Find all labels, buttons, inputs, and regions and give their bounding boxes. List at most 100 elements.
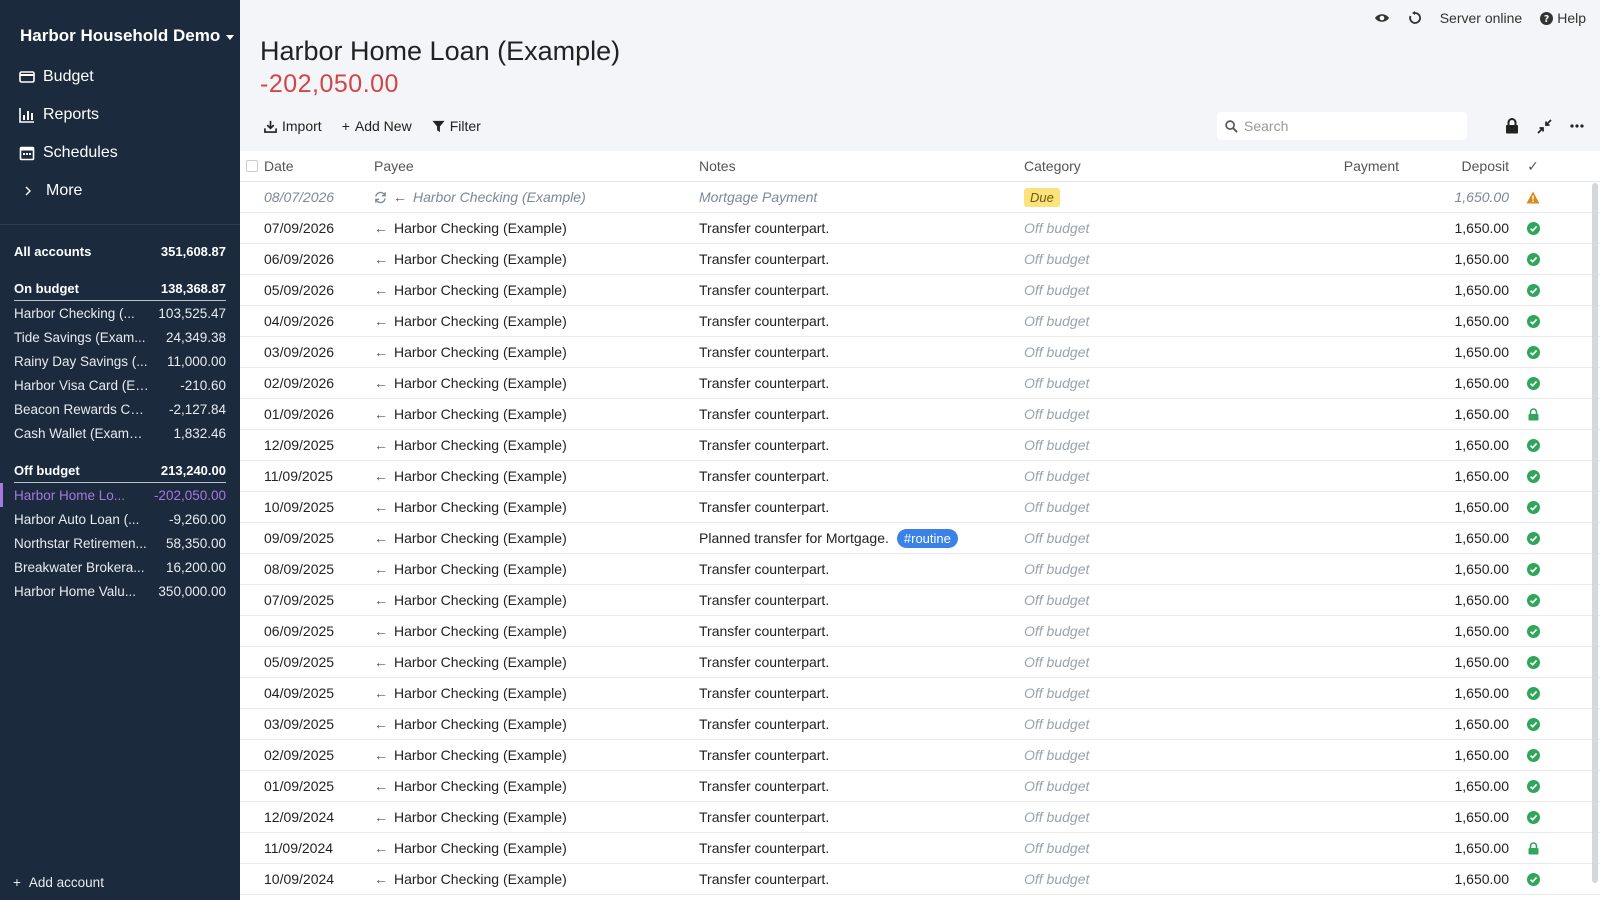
table-row[interactable]: 12/09/2025 ← Harbor Checking (Example) Tran… (240, 430, 1600, 461)
scheduled-row[interactable]: 08/07/2026 ← Harbor Checking (Example) M… (240, 182, 1600, 213)
sidebar-account[interactable]: Harbor Home Valu... 350,000.00 (14, 579, 226, 603)
cell-category[interactable]: Off budget (1024, 499, 1279, 515)
cell-status[interactable] (1519, 469, 1547, 483)
cell-date[interactable]: 05/09/2026 (264, 282, 374, 298)
cell-category[interactable]: Off budget (1024, 747, 1279, 763)
cell-payee[interactable]: ← Harbor Checking (Example) (374, 716, 699, 732)
sidebar-account[interactable]: Cash Wallet (Example) 1,832.46 (14, 421, 226, 445)
cell-payee[interactable]: ← Harbor Checking (Example) (374, 406, 699, 422)
server-status[interactable]: Server online (1440, 10, 1523, 26)
table-row[interactable]: 12/09/2024 ← Harbor Checking (Example) Tran… (240, 802, 1600, 833)
cell-payee[interactable]: ← Harbor Checking (Example) (374, 747, 699, 763)
cell-payee[interactable]: ← Harbor Checking (Example) (374, 468, 699, 484)
cell-status[interactable] (1519, 562, 1547, 576)
cell-date[interactable]: 06/09/2025 (264, 623, 374, 639)
cell-deposit[interactable]: 1,650.00 (1409, 871, 1519, 887)
cell-date[interactable]: 10/09/2024 (264, 871, 374, 887)
cell-category[interactable]: Off budget (1024, 654, 1279, 670)
scrollbar[interactable] (1592, 183, 1598, 883)
cell-notes[interactable]: Transfer counterpart. (699, 871, 1024, 887)
cell-payee[interactable]: ← Harbor Checking (Example) (374, 313, 699, 329)
table-row[interactable]: 11/09/2025 ← Harbor Checking (Example) Tran… (240, 461, 1600, 492)
cell-payee[interactable]: ← Harbor Checking (Example) (374, 592, 699, 608)
cell-status[interactable] (1519, 531, 1547, 545)
sidebar-account[interactable]: Harbor Visa Card (Ex... -210.60 (14, 373, 226, 397)
cell-category[interactable]: Off budget (1024, 685, 1279, 701)
header-category[interactable]: Category (1024, 158, 1279, 174)
nav-schedules[interactable]: Schedules (0, 134, 240, 172)
cell-payee[interactable]: ← Harbor Checking (Example) (374, 375, 699, 391)
header-payment[interactable]: Payment (1279, 158, 1409, 174)
cell-deposit[interactable]: 1,650.00 (1409, 406, 1519, 422)
search-input[interactable] (1244, 118, 1444, 134)
cell-payee[interactable]: ← Harbor Checking (Example) (374, 871, 699, 887)
header-deposit[interactable]: Deposit (1409, 158, 1519, 174)
cell-notes[interactable]: Transfer counterpart. (699, 499, 1024, 515)
cell-deposit[interactable]: 1,650.00 (1409, 530, 1519, 546)
cell-deposit[interactable]: 1,650.00 (1409, 437, 1519, 453)
cell-status[interactable] (1519, 655, 1547, 669)
more-options-icon[interactable] (1570, 124, 1584, 128)
cell-notes[interactable]: Transfer counterpart. (699, 251, 1024, 267)
table-row[interactable]: 02/09/2025 ← Harbor Checking (Example) Tran… (240, 740, 1600, 771)
cell-notes[interactable]: Transfer counterpart. (699, 437, 1024, 453)
cell-notes[interactable]: Transfer counterpart. (699, 344, 1024, 360)
sidebar-account[interactable]: Northstar Retiremen... 58,350.00 (14, 531, 226, 555)
cell-notes[interactable]: Transfer counterpart. (699, 840, 1024, 856)
cell-status[interactable] (1519, 810, 1547, 824)
cell-category[interactable]: Off budget (1024, 220, 1279, 236)
table-row[interactable]: 10/09/2025 ← Harbor Checking (Example) Tran… (240, 492, 1600, 523)
table-row[interactable]: 06/09/2026 ← Harbor Checking (Example) Tran… (240, 244, 1600, 275)
table-row[interactable]: 03/09/2025 ← Harbor Checking (Example) Tran… (240, 709, 1600, 740)
table-row[interactable]: 05/09/2025 ← Harbor Checking (Example) Tran… (240, 647, 1600, 678)
cell-date[interactable]: 08/07/2026 (264, 189, 374, 205)
table-row[interactable]: 06/09/2025 ← Harbor Checking (Example) Tran… (240, 616, 1600, 647)
cell-date[interactable]: 07/09/2026 (264, 220, 374, 236)
cell-deposit[interactable]: 1,650.00 (1409, 592, 1519, 608)
cell-notes[interactable]: Transfer counterpart. (699, 561, 1024, 577)
eye-icon[interactable] (1374, 12, 1390, 24)
cell-notes[interactable]: Transfer counterpart. (699, 809, 1024, 825)
cell-category[interactable]: Off budget (1024, 313, 1279, 329)
sidebar-account[interactable]: Harbor Auto Loan (... -9,260.00 (14, 507, 226, 531)
cell-category[interactable]: Off budget (1024, 375, 1279, 391)
table-row[interactable]: 03/09/2026 ← Harbor Checking (Example) Tran… (240, 337, 1600, 368)
header-notes[interactable]: Notes (699, 158, 1024, 174)
nav-budget[interactable]: Budget (0, 58, 240, 96)
cell-date[interactable]: 12/09/2025 (264, 437, 374, 453)
cell-category[interactable]: Off budget (1024, 282, 1279, 298)
cell-deposit[interactable]: 1,650.00 (1409, 685, 1519, 701)
cell-payee[interactable]: ← Harbor Checking (Example) (374, 282, 699, 298)
cell-category[interactable]: Off budget (1024, 344, 1279, 360)
cell-deposit[interactable]: 1,650.00 (1409, 344, 1519, 360)
table-row[interactable]: 08/09/2025 ← Harbor Checking (Example) Tran… (240, 554, 1600, 585)
cell-status[interactable] (1519, 872, 1547, 886)
header-date[interactable]: Date (264, 158, 374, 174)
cell-category[interactable]: Off budget (1024, 716, 1279, 732)
table-row[interactable]: 01/09/2025 ← Harbor Checking (Example) Tran… (240, 771, 1600, 802)
cell-status[interactable] (1519, 407, 1547, 421)
cell-status[interactable] (1519, 252, 1547, 266)
cell-deposit[interactable]: 1,650.00 (1409, 468, 1519, 484)
filter-button[interactable]: Filter (432, 118, 481, 134)
cell-payee[interactable]: ← Harbor Checking (Example) (374, 251, 699, 267)
nav-reports[interactable]: Reports (0, 96, 240, 134)
cell-notes[interactable]: Transfer counterpart. (699, 282, 1024, 298)
cell-category[interactable]: Off budget (1024, 592, 1279, 608)
cell-status[interactable] (1519, 624, 1547, 638)
cell-deposit[interactable]: 1,650.00 (1409, 313, 1519, 329)
sidebar-account[interactable]: Harbor Checking (... 103,525.47 (14, 301, 226, 325)
cell-payee[interactable]: ← Harbor Checking (Example) (374, 840, 699, 856)
add-new-button[interactable]: + Add New (342, 118, 412, 134)
cell-deposit[interactable]: 1,650.00 (1409, 809, 1519, 825)
cell-payee[interactable]: ← Harbor Checking (Example) (374, 654, 699, 670)
cell-notes[interactable]: Transfer counterpart. (699, 220, 1024, 236)
cell-deposit[interactable]: 1,650.00 (1409, 375, 1519, 391)
cell-date[interactable]: 01/09/2025 (264, 778, 374, 794)
cell-notes[interactable]: Mortgage Payment (699, 189, 1024, 205)
cell-date[interactable]: 09/09/2025 (264, 530, 374, 546)
cell-category[interactable]: Due (1024, 188, 1279, 207)
cell-date[interactable]: 02/09/2026 (264, 375, 374, 391)
select-all-cell[interactable] (240, 160, 264, 172)
account-balance[interactable]: -202,050.00 (260, 70, 399, 99)
